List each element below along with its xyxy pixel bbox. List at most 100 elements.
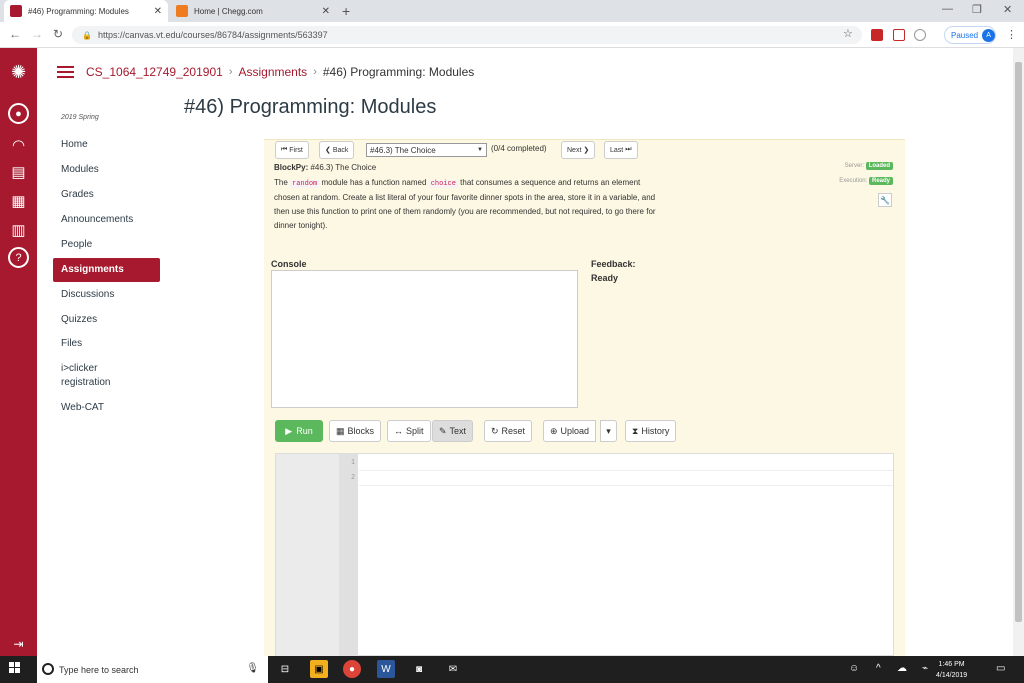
code-line[interactable] [359, 457, 893, 471]
course-nav-files[interactable]: Files [61, 338, 82, 349]
clock-date: 4/14/2019 [936, 672, 968, 679]
pencil-icon: ✎ [439, 425, 447, 436]
blocks-mode-button[interactable]: ▦ Blocks [329, 420, 382, 442]
chrome-icon[interactable]: ● [343, 660, 361, 678]
kebab-menu-icon[interactable]: ⋮ [1006, 28, 1017, 41]
close-tab-icon[interactable]: ✕ [322, 6, 330, 17]
hamburger-menu-icon[interactable] [57, 66, 74, 78]
camera-icon[interactable]: ◙ [410, 660, 428, 678]
course-nav-modules[interactable]: Modules [61, 164, 99, 175]
url-input[interactable]: 🔒 https://canvas.vt.edu/courses/86784/as… [72, 26, 862, 44]
minimize-icon[interactable]: — [942, 3, 953, 15]
breadcrumb-course-link[interactable]: CS_1064_12749_201901 [86, 65, 223, 79]
search-placeholder: Type here to search [59, 664, 139, 675]
blocks-icon: ▦ [336, 425, 345, 436]
network-icon[interactable]: ⌁ [922, 663, 928, 674]
console-output[interactable] [271, 270, 578, 408]
profile-button[interactable]: Paused A [944, 26, 996, 44]
account-icon[interactable]: ● [8, 103, 29, 124]
dashboard-icon[interactable]: ◠ [8, 134, 29, 155]
history-button[interactable]: ⧗ History [625, 420, 677, 442]
calendar-icon[interactable]: ▦ [8, 190, 29, 211]
course-nav-home[interactable]: Home [61, 139, 88, 150]
inbox-icon[interactable]: ▥ [8, 219, 29, 240]
clock-time: 1:46 PM [938, 661, 965, 668]
back-arrow-icon[interactable]: ← [9, 27, 21, 41]
chevron-left-icon: ❮ [325, 147, 331, 154]
split-label: Split [406, 426, 424, 436]
cortana-circle-icon [42, 663, 54, 675]
chevron-right-icon: ❯ [583, 147, 590, 154]
microphone-icon[interactable]: 🎙 [246, 663, 259, 674]
store-icon[interactable]: ▣ [310, 660, 328, 678]
collapse-nav-icon[interactable]: ⇥ [8, 633, 29, 654]
desc-code: choice [428, 180, 458, 188]
problem-name: #46.3) The Choice [310, 163, 377, 172]
course-nav-discussions[interactable]: Discussions [61, 289, 114, 300]
next-label: Next [567, 146, 582, 154]
course-nav-grades[interactable]: Grades [61, 189, 94, 200]
close-tab-icon[interactable]: ✕ [154, 6, 162, 17]
server-status: Server: Loaded [800, 162, 893, 170]
problem-select-value: #46.3) The Choice [370, 145, 436, 155]
page-scrollbar-thumb[interactable] [1015, 62, 1022, 622]
taskbar-search-input[interactable]: Type here to search 🎙 [37, 656, 268, 683]
extension-icon[interactable] [893, 29, 905, 41]
close-window-icon[interactable]: ✕ [1003, 3, 1012, 16]
reset-button[interactable]: ↻ Reset [484, 420, 533, 442]
feedback-label: Feedback: [591, 259, 636, 269]
onedrive-cloud-icon[interactable]: ☁ [897, 663, 907, 674]
text-mode-button[interactable]: ✎ Text [432, 420, 474, 442]
line-number-column [339, 454, 358, 656]
tray-chevron-up-icon[interactable]: ^ [876, 663, 881, 674]
play-icon: ▶ [285, 425, 293, 436]
restore-icon[interactable]: ❐ [972, 3, 982, 16]
desc-text: The [274, 178, 288, 187]
upload-dropdown-button[interactable]: ▾ [600, 420, 617, 442]
course-nav-quizzes[interactable]: Quizzes [61, 314, 97, 325]
blockpy-label: BlockPy: [274, 163, 309, 172]
taskbar-clock[interactable]: 1:46 PM 4/14/2019 [936, 659, 967, 681]
browser-tab-canvas[interactable]: #46) Programming: Modules ✕ [4, 0, 168, 22]
last-label: Last [610, 146, 624, 154]
course-nav-iclicker[interactable]: i>clicker [61, 363, 97, 374]
reload-icon[interactable]: ↻ [53, 27, 63, 41]
browser-tab-chegg[interactable]: Home | Chegg.com ✕ [170, 0, 336, 22]
course-nav-assignments[interactable]: Assignments [61, 264, 124, 275]
mail-icon[interactable]: ✉ [444, 660, 462, 678]
next-problem-button[interactable]: Next ❯ [561, 141, 596, 159]
extension-icon[interactable] [914, 29, 926, 41]
wrench-icon[interactable]: 🔧 [878, 193, 892, 207]
back-problem-button[interactable]: ❮ Back [319, 141, 355, 159]
new-tab-icon[interactable]: + [342, 3, 350, 19]
breadcrumb-assignments-link[interactable]: Assignments [238, 65, 307, 79]
word-icon[interactable]: W [377, 660, 395, 678]
completed-count: (0/4 completed) [491, 144, 547, 153]
upload-button[interactable]: ⊕ Upload [543, 420, 597, 442]
bookmark-star-icon[interactable]: ☆ [843, 27, 853, 40]
chevron-right-icon: › [228, 66, 233, 78]
forward-arrow-icon[interactable]: → [31, 27, 43, 41]
windows-start-icon[interactable] [9, 662, 21, 674]
first-problem-button[interactable]: ⏮ First [275, 141, 309, 159]
feedback-status: Ready [591, 273, 619, 283]
canvas-logo-icon[interactable]: ✺ [8, 62, 29, 83]
courses-icon[interactable]: ▤ [8, 161, 29, 182]
code-line[interactable] [359, 472, 893, 486]
people-icon[interactable]: ☺ [849, 663, 859, 674]
extension-icon[interactable] [871, 29, 883, 41]
desc-code: random [290, 180, 320, 188]
refresh-icon: ↻ [491, 425, 499, 436]
problem-select[interactable]: #46.3) The Choice ▼ [366, 143, 487, 157]
breadcrumb-current: #46) Programming: Modules [322, 65, 475, 79]
notifications-icon[interactable]: ▭ [996, 663, 1005, 674]
help-icon[interactable]: ? [8, 247, 29, 268]
last-problem-button[interactable]: Last ⏭ [604, 141, 638, 159]
task-view-icon[interactable]: ⊟ [276, 660, 294, 678]
course-nav-iclicker-line2[interactable]: registration [61, 377, 110, 388]
run-button[interactable]: ▶ Run [275, 420, 323, 442]
course-nav-webcat[interactable]: Web-CAT [61, 402, 104, 413]
course-nav-announcements[interactable]: Announcements [61, 214, 133, 225]
split-mode-button[interactable]: ↔ Split [387, 420, 431, 442]
course-nav-people[interactable]: People [61, 239, 92, 250]
